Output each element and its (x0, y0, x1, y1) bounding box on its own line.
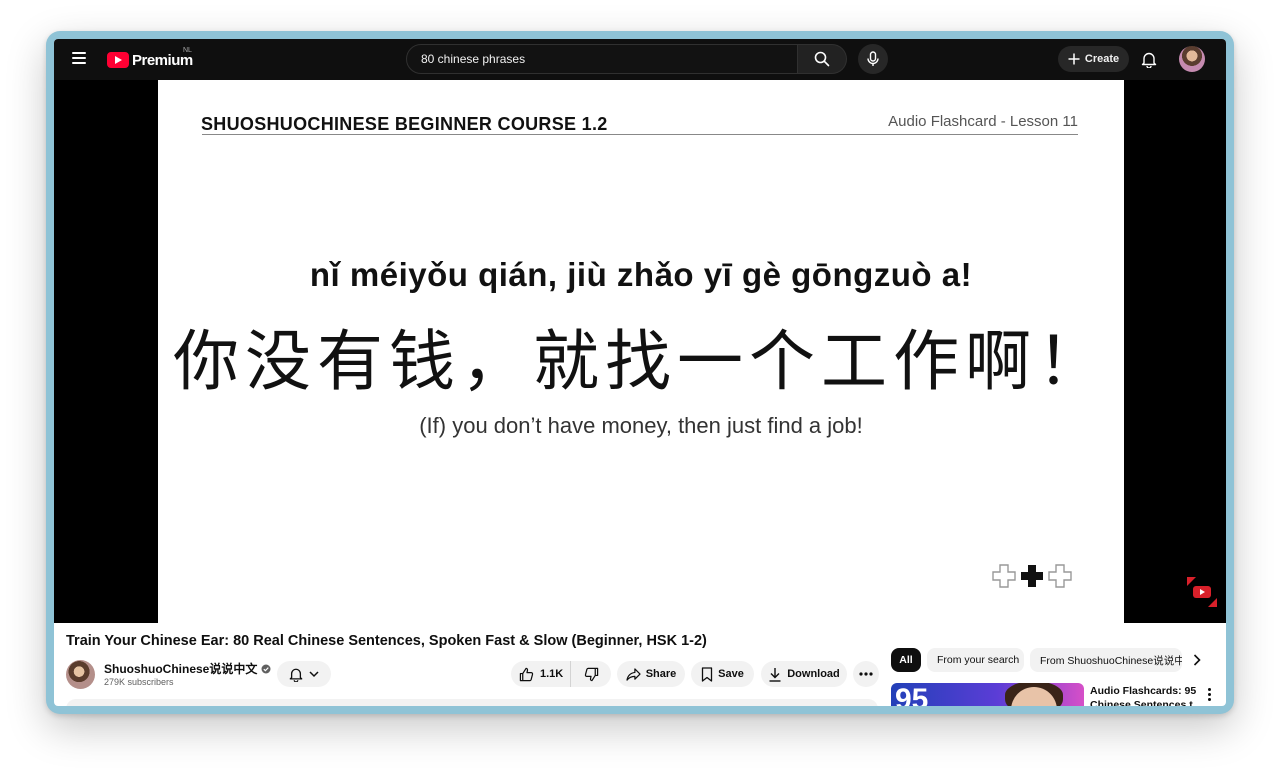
channel-watermark-icon[interactable] (1187, 577, 1217, 607)
video-frame[interactable]: SHUOSHUOCHINESE BEGINNER COURSE 1.2 Audi… (158, 80, 1124, 623)
voice-search-button[interactable] (858, 44, 888, 74)
video-player[interactable]: SHUOSHUOCHINESE BEGINNER COURSE 1.2 Audi… (54, 80, 1226, 623)
more-actions-button[interactable] (853, 661, 879, 687)
channel-name-link[interactable]: ShuoshuoChinese说说中文 (104, 660, 271, 677)
save-button[interactable]: Save (691, 661, 754, 687)
video-title: Train Your Chinese Ear: 80 Real Chinese … (66, 633, 707, 649)
subscriber-count: 279K subscribers (104, 677, 174, 687)
bookmark-icon (701, 666, 713, 682)
slide-translation: (If) you don’t have money, then just fin… (419, 413, 863, 438)
slide-divider (202, 134, 1078, 135)
chip-all[interactable]: All (891, 648, 921, 672)
bell-icon (289, 668, 303, 682)
cross-filled-icon (1021, 565, 1043, 587)
chevron-down-icon (309, 670, 319, 677)
channel-name: ShuoshuoChinese说说中文 (104, 662, 258, 676)
browser-window: Premium NL Create (46, 31, 1234, 714)
create-label: Create (1084, 53, 1120, 65)
description-box[interactable] (66, 699, 878, 706)
more-horizontal-icon (859, 672, 873, 676)
search-input[interactable] (419, 51, 785, 67)
download-icon (769, 667, 781, 682)
share-label: Share (645, 668, 677, 680)
youtube-page: Premium NL Create (54, 39, 1226, 706)
account-avatar[interactable] (1179, 46, 1205, 72)
chips-next-button[interactable] (1186, 649, 1208, 671)
flashcard-progress (992, 564, 1072, 588)
youtube-play-icon (107, 52, 129, 68)
menu-icon[interactable] (70, 49, 90, 69)
like-dislike-group: 1.1K (511, 661, 611, 687)
mic-icon (867, 51, 879, 66)
verified-badge-icon (261, 664, 271, 673)
recommendation-title[interactable]: Audio Flashcards: 95 Chinese Sentences t (1090, 684, 1202, 706)
cross-outline-icon (992, 564, 1016, 588)
thumbnail-number: 95 (895, 683, 929, 706)
recommendation-thumbnail[interactable]: 95 (891, 683, 1084, 706)
download-button[interactable]: Download (761, 661, 847, 687)
create-button[interactable]: Create (1058, 46, 1129, 72)
slide-pinyin: nǐ méiyǒu qián, jiù zhǎo yī gè gōngzuò a… (309, 256, 973, 293)
share-icon (626, 667, 641, 681)
slide-lesson-label: Audio Flashcard - Lesson 11 (888, 113, 1078, 130)
masthead: Premium NL Create (54, 39, 1226, 80)
subscription-notification-button[interactable] (277, 661, 331, 687)
like-count: 1.1K (540, 668, 564, 680)
search-icon (814, 51, 830, 67)
recommendation-menu-icon[interactable] (1202, 685, 1216, 703)
thumbs-down-icon (584, 667, 598, 681)
save-label: Save (718, 668, 744, 680)
share-button[interactable]: Share (617, 661, 685, 687)
plus-icon (1068, 53, 1080, 65)
notifications-button[interactable] (1138, 48, 1160, 70)
logo-text: Premium (132, 51, 193, 69)
youtube-logo[interactable]: Premium (107, 49, 193, 71)
channel-avatar[interactable] (66, 660, 95, 689)
cross-outline-icon (1048, 564, 1072, 588)
chip-from-channel[interactable]: From ShuoshuoChinese说说中文 (1030, 648, 1182, 672)
thumbs-up-icon (519, 667, 534, 681)
search-box[interactable] (406, 44, 798, 74)
like-button[interactable]: 1.1K (511, 661, 571, 687)
dislike-button[interactable] (571, 661, 611, 687)
bell-icon (1141, 52, 1157, 68)
download-label: Download (787, 668, 840, 680)
slide-course-title: SHUOSHUOCHINESE BEGINNER COURSE 1.2 (201, 114, 608, 134)
chevron-right-icon (1193, 654, 1201, 666)
search-button[interactable] (798, 44, 847, 74)
region-code: NL (183, 47, 192, 54)
slide-hanzi: 你没有钱，就找一个工作啊！ (173, 323, 1109, 400)
chip-from-search[interactable]: From your search (927, 648, 1024, 672)
